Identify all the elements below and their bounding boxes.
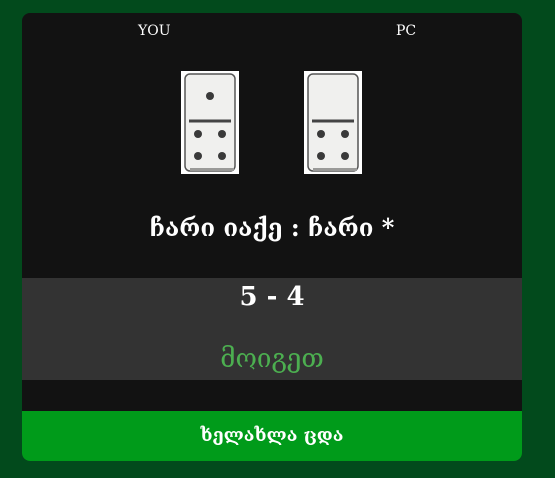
domino-pip: [341, 130, 349, 138]
score-band: 5 - 4 მოიგეთ: [22, 278, 522, 380]
outcome-message: მოიგეთ: [220, 344, 324, 374]
domino-pip: [194, 130, 202, 138]
domino-tile-pc: [304, 71, 362, 174]
player-label-pc: PC: [396, 23, 417, 39]
play-again-button[interactable]: ხელახლა ცდა: [22, 411, 522, 461]
result-text: ჩარი იაქე : ჩარი *: [149, 213, 395, 242]
domino-pip: [341, 152, 349, 160]
domino-pip: [194, 152, 202, 160]
score-display: 5 - 4: [239, 282, 305, 312]
domino-pip: [218, 152, 226, 160]
domino-pip: [317, 152, 325, 160]
game-panel: YOU PC ჩარი იაქე : ჩარი * 5 - 4 მოიგეთ ხ…: [22, 13, 522, 461]
player-label-you: YOU: [138, 23, 171, 39]
domino-pip: [206, 92, 214, 100]
domino-pip: [317, 130, 325, 138]
domino-tile-you: [181, 71, 239, 174]
domino-pip: [218, 130, 226, 138]
